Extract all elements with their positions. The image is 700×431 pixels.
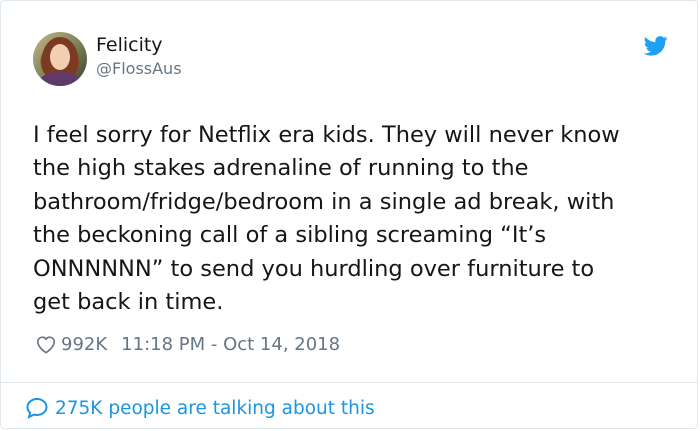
avatar-shirt xyxy=(39,72,81,86)
tweet-meta: 992K 11:18 PM - Oct 14, 2018 xyxy=(35,332,340,356)
heart-icon[interactable] xyxy=(35,334,57,354)
tweet-text: I feel sorry for Netflix era kids. They … xyxy=(33,122,620,316)
talking-link[interactable]: 275K people are talking about this xyxy=(25,395,375,421)
user-name[interactable]: Felicity xyxy=(96,34,163,56)
like-count[interactable]: 992K xyxy=(61,334,107,355)
twitter-bird-icon[interactable] xyxy=(644,36,668,56)
avatar[interactable] xyxy=(33,32,87,86)
tweet-header: Felicity @FlossAus xyxy=(33,32,673,88)
speech-bubble-icon xyxy=(26,397,48,419)
tweet-card: Felicity @FlossAus I feel sorry for Netf… xyxy=(0,0,698,429)
user-handle[interactable]: @FlossAus xyxy=(96,59,182,78)
tweet-timestamp[interactable]: 11:18 PM - Oct 14, 2018 xyxy=(121,334,340,355)
divider xyxy=(1,382,697,383)
avatar-face xyxy=(50,44,70,70)
talking-text: 275K people are talking about this xyxy=(55,397,375,419)
